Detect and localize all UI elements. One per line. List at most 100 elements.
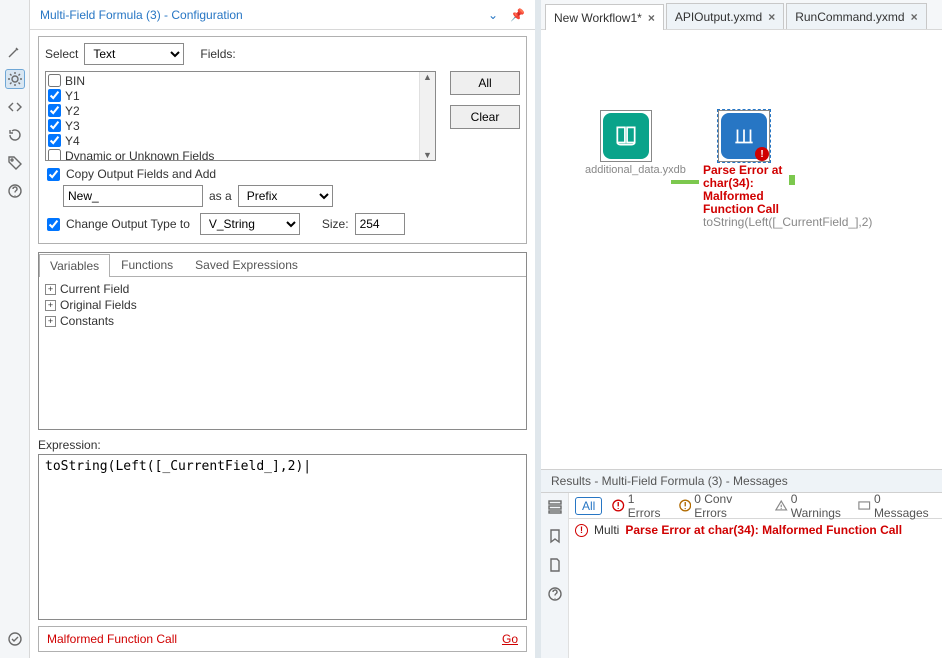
input-data-node[interactable] [600,110,652,162]
workflow-tab[interactable]: New Workflow1* × [545,4,664,30]
formula-icon: ! [721,113,767,159]
field-name: Dynamic or Unknown Fields [65,149,214,161]
code-icon[interactable] [6,98,24,116]
tag-icon[interactable] [6,154,24,172]
size-label: Size: [322,217,349,231]
variables-tree[interactable]: +Current Field +Original Fields +Constan… [39,277,526,429]
filter-errors[interactable]: 1 Errors [612,492,668,520]
copy-output-label: Copy Output Fields and Add [66,167,216,181]
config-icon-rail [0,0,30,658]
results-panel: All 1 Errors 0 Conv Errors 0 Warnings [541,493,942,658]
config-title-bar: Multi-Field Formula (3) - Configuration … [30,0,535,30]
expand-icon[interactable]: + [45,300,56,311]
field-checkbox[interactable] [48,119,61,132]
field-checkbox[interactable] [48,89,61,102]
expression-editor[interactable] [38,454,527,620]
node-caption: additional_data.yxdb [581,162,671,179]
collapse-icon[interactable]: ⌄ [488,8,498,22]
close-icon[interactable]: × [768,10,775,24]
results-title: Results - Multi-Field Formula (3) - Mess… [541,469,942,493]
message-text: Parse Error at char(34): Malformed Funct… [625,523,902,537]
copy-output-checkbox[interactable] [47,168,60,181]
config-title: Multi-Field Formula (3) - Configuration [40,8,488,22]
field-item[interactable]: Y4 [48,133,433,148]
field-item[interactable]: Y1 [48,88,433,103]
right-pane: New Workflow1* × APIOutput.yxmd × RunCom… [541,0,942,658]
field-item[interactable]: Dynamic or Unknown Fields [48,148,433,160]
go-link[interactable]: Go [502,632,518,646]
expand-icon[interactable]: + [45,316,56,327]
expression-error-text: Malformed Function Call [47,632,502,646]
results-filter-row: All 1 Errors 0 Conv Errors 0 Warnings [569,493,942,519]
helper-tabs: Variables Functions Saved Expressions [39,253,526,277]
field-name: BIN [65,74,85,88]
workflow-tab-label: New Workflow1* [554,11,642,25]
gear-icon[interactable] [6,70,24,88]
page-icon[interactable] [547,557,563,576]
tab-saved-expressions[interactable]: Saved Expressions [184,253,309,276]
fields-listbox[interactable]: BINY1Y2Y3Y4Dynamic or Unknown Fields ▲▼ [45,71,436,161]
select-label: Select [45,47,78,61]
expand-icon[interactable]: + [45,284,56,295]
book-icon [603,113,649,159]
size-input[interactable] [355,213,405,235]
output-type-dropdown[interactable]: V_String [200,213,300,235]
refresh-icon[interactable] [6,126,24,144]
expression-status-bar: Malformed Function Call Go [38,626,527,652]
filter-messages[interactable]: 0 Messages [858,492,936,520]
field-name: Y4 [65,134,80,148]
close-icon[interactable]: × [911,10,918,24]
error-icon: ! [575,524,588,537]
select-type-dropdown[interactable]: Text [84,43,184,65]
node-caption: Parse Error at char(34): Malformed Funct… [699,162,789,231]
as-a-label: as a [209,189,232,203]
filter-all[interactable]: All [575,497,602,515]
multi-field-formula-node[interactable]: ! [718,110,770,162]
field-checkbox[interactable] [48,149,61,160]
workflow-canvas[interactable]: additional_data.yxdb ! Parse Error at ch… [541,30,942,469]
help-icon[interactable] [547,586,563,605]
wand-icon[interactable] [6,42,24,60]
workflow-tab[interactable]: APIOutput.yxmd × [666,3,784,29]
node-detail-text: toString(Left([_CurrentField_],2) [703,216,785,229]
field-checkbox[interactable] [48,104,61,117]
field-item[interactable]: Y3 [48,118,433,133]
workflow-tab-label: APIOutput.yxmd [675,10,762,24]
field-name: Y1 [65,89,80,103]
all-button[interactable]: All [450,71,520,95]
prefix-suffix-dropdown[interactable]: Prefix [238,185,333,207]
fields-scrollbar[interactable]: ▲▼ [419,72,435,160]
output-stub [789,175,795,185]
new-prefix-input[interactable] [63,185,203,207]
tab-functions[interactable]: Functions [110,253,184,276]
field-item[interactable]: Y2 [48,103,433,118]
tree-item: +Constants [45,313,520,329]
expression-helper-box: Variables Functions Saved Expressions +C… [38,252,527,430]
workflow-tab-label: RunCommand.yxmd [795,10,904,24]
pin-icon[interactable]: 📌 [510,8,525,22]
field-name: Y2 [65,104,80,118]
change-type-checkbox[interactable] [47,218,60,231]
tab-variables[interactable]: Variables [39,254,110,277]
help-icon[interactable] [6,182,24,200]
workflow-tab[interactable]: RunCommand.yxmd × [786,3,926,29]
expression-label: Expression: [38,438,527,452]
filter-warnings[interactable]: 0 Warnings [775,492,848,520]
field-checkbox[interactable] [48,74,61,87]
field-item[interactable]: BIN [48,73,433,88]
config-panel: Multi-Field Formula (3) - Configuration … [30,0,541,658]
error-badge-icon: ! [755,147,769,161]
connector [671,180,699,184]
workflow-tab-bar: New Workflow1* × APIOutput.yxmd × RunCom… [541,0,942,30]
field-checkbox[interactable] [48,134,61,147]
clear-button[interactable]: Clear [450,105,520,129]
filter-conv-errors[interactable]: 0 Conv Errors [679,492,766,520]
node-error-text: Parse Error at char(34): Malformed Funct… [703,164,785,216]
tree-item: +Current Field [45,281,520,297]
close-icon[interactable]: × [648,11,655,25]
rows-icon[interactable] [547,499,563,518]
bookmark-icon[interactable] [547,528,563,547]
check-icon[interactable] [6,630,24,648]
results-message-row[interactable]: ! Multi Parse Error at char(34): Malform… [569,519,942,541]
field-select-box: Select Text Fields: BINY1Y2Y3Y4Dynamic o… [38,36,527,244]
